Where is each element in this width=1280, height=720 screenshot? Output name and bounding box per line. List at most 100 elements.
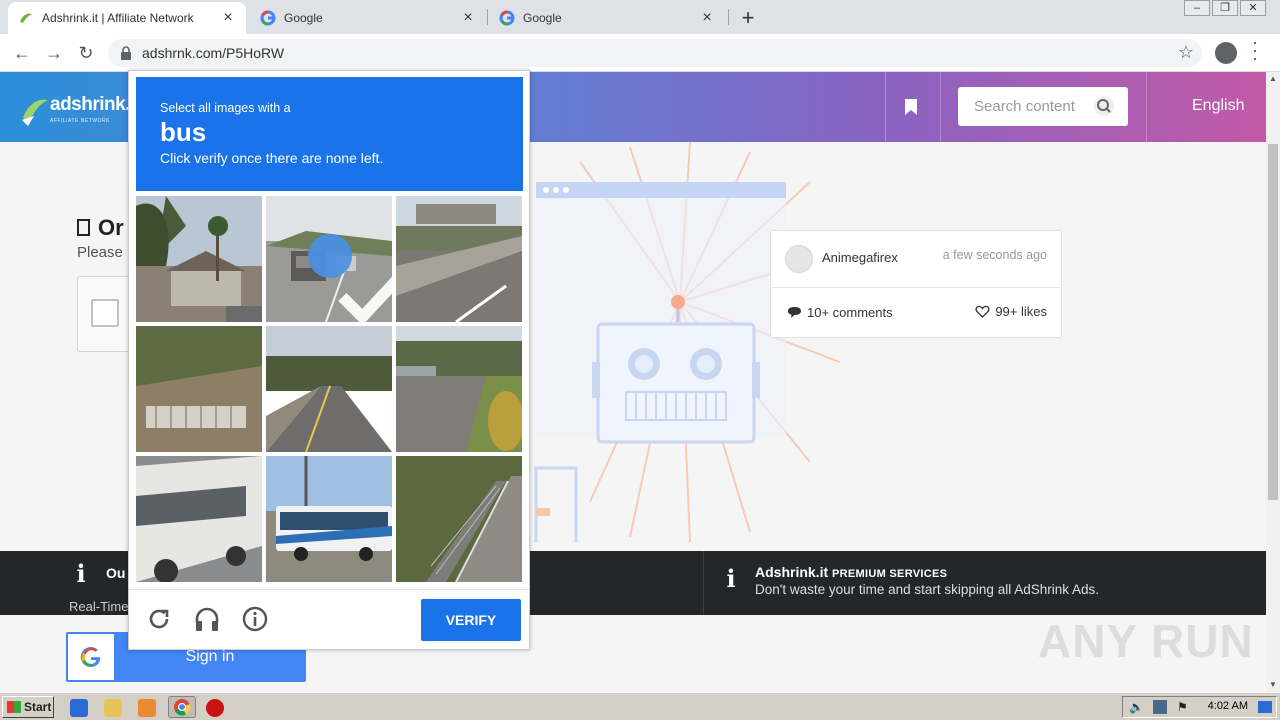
forward-icon[interactable]: → bbox=[42, 41, 66, 65]
reload-icon[interactable]: ↻ bbox=[74, 41, 98, 65]
tab-close-icon[interactable]: × bbox=[460, 9, 476, 27]
folder-icon[interactable] bbox=[104, 699, 122, 717]
show-desktop-icon[interactable] bbox=[1258, 701, 1272, 713]
chrome-icon bbox=[174, 699, 191, 716]
captcha-tile-2[interactable] bbox=[266, 196, 392, 322]
captcha-tile-7[interactable] bbox=[136, 456, 262, 582]
card-divider bbox=[771, 287, 1061, 288]
heading-text: Or bbox=[98, 215, 124, 240]
bookmark-star-icon[interactable]: ☆ bbox=[1178, 42, 1194, 63]
premium-subtext: Don't waste your time and start skipping… bbox=[755, 582, 1099, 597]
flag-tray-icon[interactable]: ⚑ bbox=[1177, 700, 1188, 714]
tab-separator bbox=[487, 9, 488, 25]
premium-label: PREMIUM SERVICES bbox=[832, 568, 948, 580]
tab-separator bbox=[728, 9, 729, 25]
captcha-tile-9[interactable] bbox=[396, 456, 522, 582]
captcha-tile-1[interactable] bbox=[136, 196, 262, 322]
post-author[interactable]: Animegafirex bbox=[822, 250, 898, 265]
system-tray: 🔈 ⚑ 4:02 AM bbox=[1122, 696, 1277, 718]
search-input[interactable]: Search content bbox=[958, 87, 1128, 126]
anyrun-watermark: ANY RUN bbox=[1038, 615, 1254, 667]
tab-close-icon[interactable]: × bbox=[220, 9, 236, 27]
network-icon[interactable] bbox=[1153, 700, 1167, 714]
address-bar[interactable]: adshrnk.com/P5HoRW ☆ bbox=[108, 39, 1202, 67]
challenge-footer-divider bbox=[129, 589, 529, 590]
verify-button[interactable]: VERIFY bbox=[421, 599, 521, 641]
scroll-up-icon[interactable]: ▲ bbox=[1266, 72, 1280, 86]
recaptcha-challenge: Select all images with a bus Click verif… bbox=[128, 70, 530, 650]
browser-tab-strip: Adshrink.it | Affiliate Network × Google… bbox=[0, 0, 1280, 34]
windows-taskbar: Start 🔈 ⚑ 4:02 AM bbox=[0, 692, 1280, 720]
system-clock[interactable]: 4:02 AM bbox=[1208, 700, 1248, 712]
captcha-tile-3[interactable] bbox=[396, 196, 522, 322]
comment-bubble-icon bbox=[788, 307, 801, 318]
info-left-title: Ou bbox=[106, 565, 126, 581]
chrome-taskbar-button[interactable] bbox=[168, 696, 196, 718]
captcha-tile-8[interactable] bbox=[266, 456, 392, 582]
profile-avatar-icon[interactable] bbox=[1215, 42, 1237, 64]
post-card[interactable]: Animegafirex a few seconds ago 10+ comme… bbox=[770, 230, 1062, 338]
search-icon[interactable] bbox=[1094, 96, 1114, 116]
author-avatar-icon bbox=[785, 245, 813, 273]
google-favicon-icon bbox=[260, 10, 276, 26]
comments-count[interactable]: 10+ comments bbox=[787, 305, 893, 320]
challenge-instruction: Select all images with a bbox=[160, 101, 291, 115]
browser-menu-icon[interactable]: · · · bbox=[1250, 33, 1260, 67]
header-divider bbox=[940, 72, 941, 142]
page-heading: Or bbox=[77, 215, 124, 241]
likes-label: 99+ likes bbox=[995, 304, 1047, 319]
tab-google-1[interactable]: Google × bbox=[250, 2, 486, 34]
captcha-tile-4[interactable] bbox=[136, 326, 262, 452]
info-challenge-icon[interactable] bbox=[241, 605, 269, 633]
header-divider bbox=[885, 72, 886, 142]
close-window-icon[interactable]: ✕ bbox=[1240, 0, 1266, 16]
bookmark-icon[interactable] bbox=[904, 98, 918, 116]
page-subtext: Please bbox=[77, 244, 123, 261]
language-selector[interactable]: English bbox=[1192, 97, 1244, 115]
info-divider bbox=[703, 551, 704, 615]
tab-google-2[interactable]: Google × bbox=[489, 2, 725, 34]
recaptcha-checkbox[interactable] bbox=[91, 299, 119, 327]
robot-illustration bbox=[520, 142, 841, 542]
bird-logo-icon bbox=[22, 99, 48, 126]
volume-icon[interactable]: 🔈 bbox=[1129, 700, 1144, 714]
heading-icon bbox=[77, 219, 90, 236]
audio-challenge-icon[interactable] bbox=[193, 605, 221, 633]
post-time: a few seconds ago bbox=[942, 248, 1047, 262]
tab-title: Google bbox=[284, 11, 323, 25]
window-controls: – ❐ ✕ bbox=[1182, 0, 1266, 18]
stop-app-icon[interactable] bbox=[206, 699, 224, 717]
captcha-tile-5[interactable] bbox=[266, 326, 392, 452]
reload-challenge-icon[interactable] bbox=[145, 605, 173, 633]
logo-subtext: AFFILIATE NETWORK bbox=[50, 118, 110, 124]
start-button[interactable]: Start bbox=[2, 696, 54, 718]
challenge-header: Select all images with a bus Click verif… bbox=[136, 77, 523, 191]
new-tab-button[interactable]: + bbox=[738, 5, 758, 31]
premium-title: Adshrink.it PREMIUM SERVICES bbox=[755, 564, 947, 580]
scroll-down-icon[interactable]: ▼ bbox=[1266, 678, 1280, 692]
scroll-thumb[interactable] bbox=[1268, 144, 1278, 500]
browser-toolbar: ← → ↻ adshrnk.com/P5HoRW ☆ bbox=[0, 34, 1280, 72]
google-g-icon bbox=[68, 634, 114, 680]
tab-title: Adshrink.it | Affiliate Network bbox=[42, 11, 194, 25]
ie-icon[interactable] bbox=[70, 699, 88, 717]
captcha-tile-6[interactable] bbox=[396, 326, 522, 452]
premium-brand: Adshrink.it bbox=[755, 564, 829, 580]
google-favicon-icon bbox=[499, 10, 515, 26]
back-icon[interactable]: ← bbox=[10, 41, 34, 65]
tab-close-icon[interactable]: × bbox=[699, 9, 715, 27]
lock-icon bbox=[121, 46, 131, 60]
info-icon: i bbox=[76, 559, 86, 588]
info-icon: i bbox=[726, 564, 736, 593]
media-player-icon[interactable] bbox=[138, 699, 156, 717]
challenge-hint: Click verify once there are none left. bbox=[160, 150, 384, 166]
minimize-icon[interactable]: – bbox=[1184, 0, 1210, 16]
tab-adshrink[interactable]: Adshrink.it | Affiliate Network × bbox=[8, 2, 246, 34]
site-logo[interactable]: adshrink.it AFFILIATE NETWORK bbox=[20, 86, 141, 130]
comments-label: 10+ comments bbox=[807, 305, 893, 320]
likes-count[interactable]: 99+ likes bbox=[975, 304, 1047, 319]
restore-icon[interactable]: ❐ bbox=[1212, 0, 1238, 16]
challenge-target: bus bbox=[160, 117, 207, 147]
search-placeholder: Search content bbox=[974, 98, 1075, 115]
page-scrollbar[interactable]: ▲ ▼ bbox=[1266, 72, 1280, 692]
